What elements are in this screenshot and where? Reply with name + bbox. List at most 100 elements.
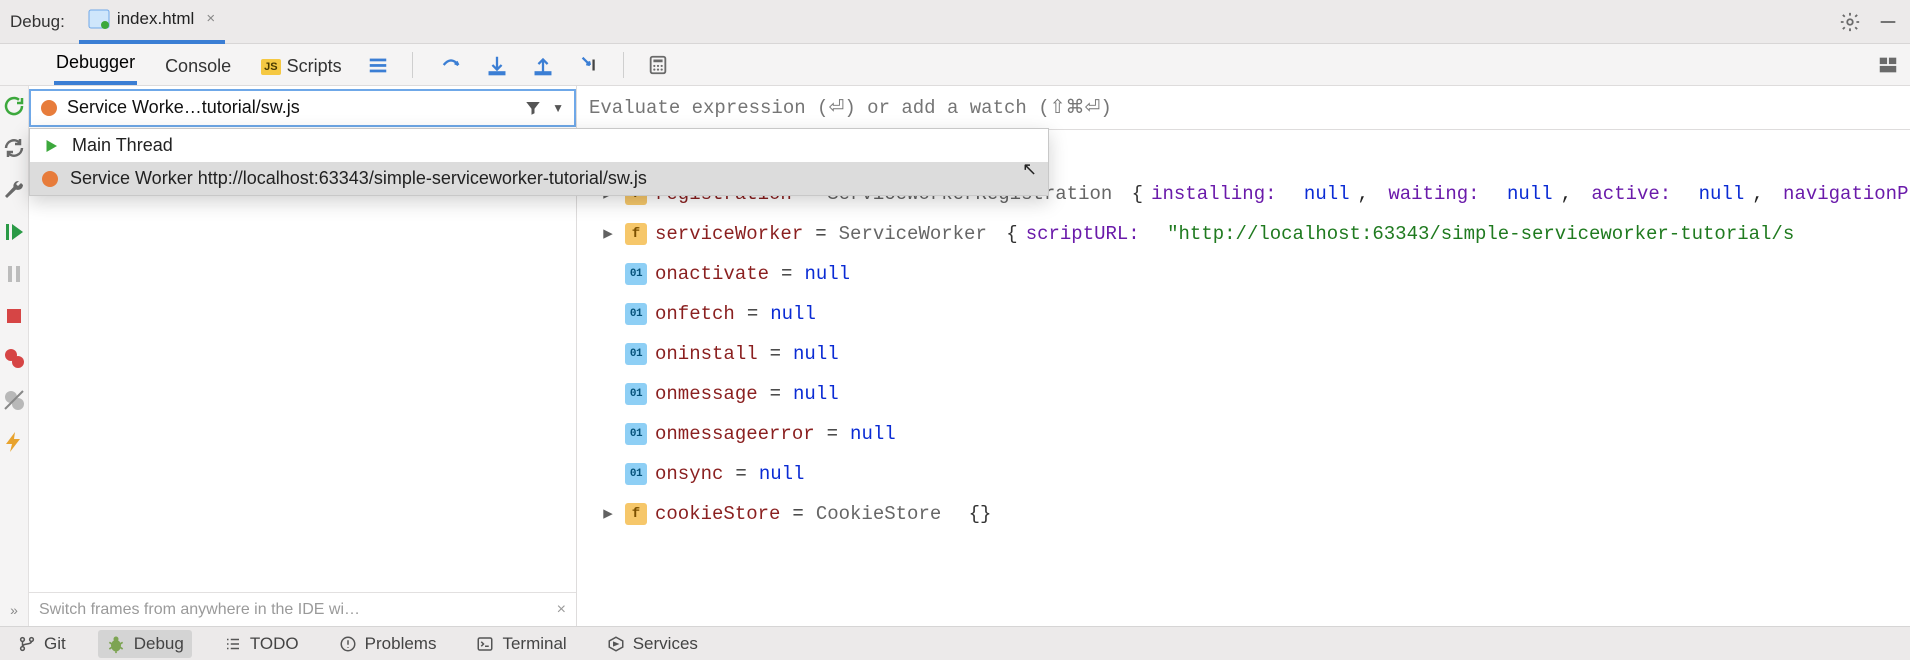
thread-selector[interactable]: Service Worke…tutorial/sw.js ▼ xyxy=(29,89,576,127)
variable-row[interactable]: 01 onmessageerror = null xyxy=(599,414,1910,454)
var-prop: waiting: xyxy=(1388,174,1479,214)
wrench-icon[interactable] xyxy=(0,176,28,204)
title-bar: Debug: index.html × xyxy=(0,0,1910,44)
rerun-icon[interactable] xyxy=(0,92,28,120)
tab-scripts[interactable]: JS Scripts xyxy=(259,48,343,85)
thread-dot-icon xyxy=(42,171,58,187)
tab-debugger[interactable]: Debugger xyxy=(54,44,137,85)
more-icon[interactable]: » xyxy=(10,602,18,618)
switch-frames-tip: Switch frames from anywhere in the IDE w… xyxy=(29,592,576,626)
frames-panel: Service Worke…tutorial/sw.js ▼ Main Thre… xyxy=(29,86,577,626)
expand-arrow-icon[interactable]: ▸ xyxy=(599,214,617,254)
expand-arrow-icon[interactable]: ▸ xyxy=(599,494,617,534)
file-tab-index-html[interactable]: index.html × xyxy=(79,0,225,44)
variable-row[interactable]: 01 onfetch = null xyxy=(599,294,1910,334)
thread-menu-label: Main Thread xyxy=(72,135,173,156)
bottom-bar: Git Debug TODO Problems Terminal Service… xyxy=(0,626,1910,660)
var-value: null xyxy=(850,414,896,454)
expression-bar: ▼ xyxy=(577,86,1910,130)
var-value: null xyxy=(793,334,839,374)
var-name: oninstall xyxy=(655,334,758,374)
var-name: onactivate xyxy=(655,254,769,294)
var-type: ServiceWorker xyxy=(839,214,987,254)
close-icon[interactable]: × xyxy=(557,601,566,619)
step-into-icon[interactable] xyxy=(485,53,509,77)
tab-scripts-label: Scripts xyxy=(287,56,342,77)
variable-row[interactable]: 01 oninstall = null xyxy=(599,334,1910,374)
var-value: null xyxy=(759,454,805,494)
bottom-debug-label: Debug xyxy=(134,634,184,654)
minimize-icon[interactable] xyxy=(1876,10,1900,34)
bottom-debug[interactable]: Debug xyxy=(98,630,192,658)
var-value: null xyxy=(1304,174,1350,214)
variable-row[interactable]: 01 onmessage = null xyxy=(599,374,1910,414)
bottom-todo-label: TODO xyxy=(250,634,299,654)
stop-icon[interactable] xyxy=(0,302,28,330)
mute-breakpoints-icon[interactable] xyxy=(0,386,28,414)
layout-settings-icon[interactable] xyxy=(1876,53,1900,77)
chevron-down-icon[interactable]: ▼ xyxy=(552,101,564,115)
variable-row[interactable]: 01 onactivate = null xyxy=(599,254,1910,294)
bottom-problems-label: Problems xyxy=(365,634,437,654)
bug-icon xyxy=(106,634,126,654)
bottom-services[interactable]: Services xyxy=(599,630,706,658)
bottom-services-label: Services xyxy=(633,634,698,654)
run-to-cursor-icon[interactable] xyxy=(577,53,601,77)
filter-icon[interactable] xyxy=(524,99,542,117)
variable-row[interactable]: ▸ f serviceWorker = ServiceWorker { scri… xyxy=(599,214,1910,254)
bottom-git-label: Git xyxy=(44,634,66,654)
field-badge-icon: f xyxy=(625,223,647,245)
tool-tabs: Debugger Console JS Scripts xyxy=(54,44,344,85)
var-type: CookieStore xyxy=(816,494,941,534)
var-value: null xyxy=(770,294,816,334)
field-badge-icon: f xyxy=(625,503,647,525)
main: » Service Worke…tutorial/sw.js ▼ Main Th… xyxy=(0,86,1910,626)
sidebar: » xyxy=(0,86,29,626)
bottom-todo[interactable]: TODO xyxy=(216,630,307,658)
step-over-icon[interactable] xyxy=(439,53,463,77)
property-badge-icon: 01 xyxy=(625,463,647,485)
var-name: onfetch xyxy=(655,294,735,334)
variable-row[interactable]: 01 onsync = null xyxy=(599,454,1910,494)
property-badge-icon: 01 xyxy=(625,263,647,285)
pause-icon[interactable] xyxy=(0,260,28,288)
divider xyxy=(412,52,413,78)
bottom-git[interactable]: Git xyxy=(10,630,74,658)
breakpoints-icon[interactable] xyxy=(0,344,28,372)
var-name: cookieStore xyxy=(655,494,780,534)
var-prop: active: xyxy=(1591,174,1671,214)
services-icon xyxy=(607,635,625,653)
resume-icon[interactable] xyxy=(0,218,28,246)
calculator-icon[interactable] xyxy=(646,53,670,77)
tool-row: Debugger Console JS Scripts xyxy=(0,44,1910,86)
variable-row[interactable]: ▸ f cookieStore = CookieStore {} xyxy=(599,494,1910,534)
threads-list-icon[interactable] xyxy=(366,53,390,77)
git-branch-icon xyxy=(18,635,36,653)
bottom-terminal[interactable]: Terminal xyxy=(468,630,574,658)
thread-menu-service-worker[interactable]: Service Worker http://localhost:63343/si… xyxy=(30,162,1048,195)
update-app-icon[interactable] xyxy=(0,134,28,162)
step-out-icon[interactable] xyxy=(531,53,555,77)
bottom-problems[interactable]: Problems xyxy=(331,630,445,658)
divider xyxy=(623,52,624,78)
js-badge-icon: JS xyxy=(261,59,280,75)
tab-console[interactable]: Console xyxy=(163,48,233,85)
property-badge-icon: 01 xyxy=(625,303,647,325)
thread-menu-main-thread[interactable]: Main Thread xyxy=(30,129,1048,162)
var-name: serviceWorker xyxy=(655,214,803,254)
gear-icon[interactable] xyxy=(1838,10,1862,34)
var-value: {} xyxy=(969,494,992,534)
thread-selector-row: Service Worke…tutorial/sw.js ▼ Main Thre… xyxy=(29,86,576,130)
todo-icon xyxy=(224,635,242,653)
var-prop: navigationPreload xyxy=(1783,174,1910,214)
property-badge-icon: 01 xyxy=(625,383,647,405)
var-prop: scriptURL: xyxy=(1026,214,1140,254)
problems-icon xyxy=(339,635,357,653)
switch-frames-tip-label: Switch frames from anywhere in the IDE w… xyxy=(39,601,360,619)
var-value: "http://localhost:63343/simple-servicewo… xyxy=(1167,214,1794,254)
var-prop: installing: xyxy=(1151,174,1276,214)
close-icon[interactable]: × xyxy=(206,10,215,27)
var-value: null xyxy=(1507,174,1553,214)
lightning-icon[interactable] xyxy=(0,428,28,456)
expression-input[interactable] xyxy=(589,97,1910,119)
